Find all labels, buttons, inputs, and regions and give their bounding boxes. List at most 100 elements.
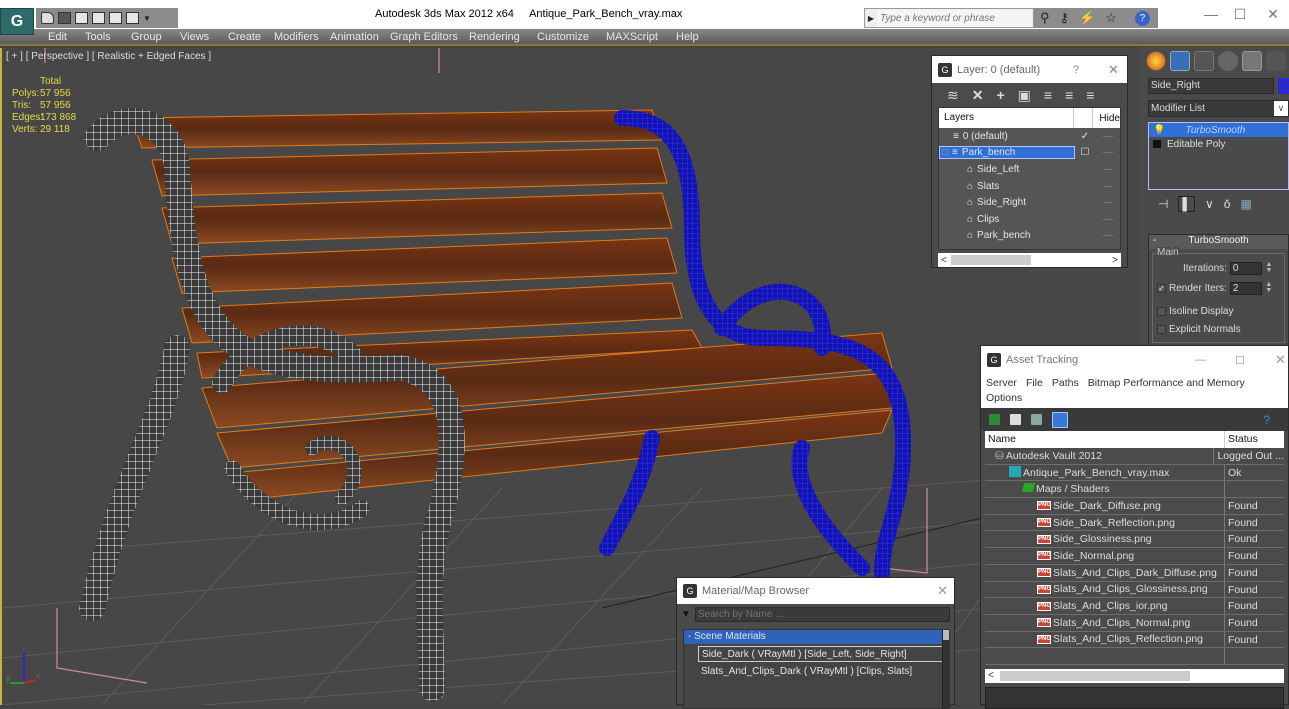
asset-row[interactable]: Antique_Park_Bench_vray.max Ok: [985, 464, 1284, 482]
layer-row[interactable]: ≡ 0 (default) ✓ —: [939, 128, 1120, 145]
menu-server[interactable]: Server: [986, 377, 1017, 389]
iterations-spinner[interactable]: 0: [1229, 262, 1262, 275]
app-menu-button[interactable]: G: [0, 8, 34, 35]
menu-bitmap-performance[interactable]: Bitmap Performance and Memory: [1088, 377, 1245, 389]
menu-group[interactable]: Group: [131, 31, 162, 43]
layer-row[interactable]: ⌂ Slats —: [939, 178, 1120, 195]
menu-views[interactable]: Views: [180, 31, 209, 43]
star-icon[interactable]: ☆: [1105, 10, 1117, 26]
render-iters-spinner[interactable]: 2: [1229, 282, 1262, 295]
add-to-layer-icon[interactable]: +: [996, 87, 1004, 103]
key-icon[interactable]: ⚷: [1060, 10, 1070, 26]
menu-modifiers[interactable]: Modifiers: [274, 31, 319, 43]
freeze-all-icon[interactable]: ≡: [1086, 87, 1094, 103]
stack-item-editable-poly[interactable]: Editable Poly: [1149, 137, 1288, 151]
maximize-button[interactable]: ☐: [1225, 5, 1255, 25]
close-button[interactable]: ✕: [1108, 62, 1119, 78]
hide-toggle[interactable]: —: [1095, 230, 1113, 241]
object-name-field[interactable]: Side_Right: [1148, 78, 1274, 94]
column-name[interactable]: Name: [985, 431, 1225, 448]
asset-tracking-titlebar[interactable]: G Asset Tracking — ☐ ✕: [981, 346, 1288, 374]
minimize-button[interactable]: —: [1195, 354, 1206, 366]
current-layer-check[interactable]: ☐: [1075, 147, 1095, 158]
close-button[interactable]: ✕: [1275, 352, 1286, 368]
asset-row[interactable]: PNG Side_Dark_Diffuse.png Found: [985, 498, 1284, 515]
layer-row[interactable]: ⌂ Park_bench —: [939, 228, 1120, 245]
scroll-thumb[interactable]: [943, 630, 949, 640]
asset-row[interactable]: PNG Side_Dark_Reflection.png Found: [985, 514, 1284, 532]
show-end-result-icon[interactable]: ▌: [1178, 196, 1195, 212]
select-objects-icon[interactable]: ▣: [1018, 87, 1031, 104]
delete-layer-icon[interactable]: ✕: [972, 87, 984, 104]
material-item[interactable]: Side_Dark ( VRayMtl ) [Side_Left, Side_R…: [698, 646, 948, 662]
viewport-label[interactable]: [ + ] [ Perspective ] [ Realistic + Edge…: [6, 51, 211, 62]
hide-all-icon[interactable]: ≡: [1065, 87, 1073, 103]
spinner-arrows-icon[interactable]: ▲ ▼: [1265, 281, 1273, 295]
motion-tab-icon[interactable]: [1218, 51, 1238, 71]
modify-tab-icon[interactable]: [1170, 51, 1190, 71]
menu-rendering[interactable]: Rendering: [469, 31, 520, 43]
expand-arrow-icon[interactable]: ▶: [865, 14, 877, 23]
table-view-icon[interactable]: [1052, 411, 1068, 428]
new-scene-icon[interactable]: [75, 12, 88, 24]
satellite-icon[interactable]: ⚡: [1079, 10, 1095, 26]
open-icon[interactable]: [41, 12, 54, 24]
collapse-icon[interactable]: -: [1153, 235, 1156, 246]
render-iters-checkbox[interactable]: ✓: [1157, 284, 1166, 293]
menu-edit[interactable]: Edit: [48, 31, 67, 43]
asset-row[interactable]: PNG Slats_And_Clips_Glossiness.png Found: [985, 581, 1284, 599]
hide-toggle[interactable]: —: [1095, 164, 1113, 175]
minimize-button[interactable]: —: [1196, 5, 1226, 25]
scroll-left-icon[interactable]: <: [988, 670, 994, 681]
scroll-left-icon[interactable]: <: [941, 255, 947, 266]
menu-file[interactable]: File: [1026, 377, 1043, 389]
menu-paths[interactable]: Paths: [1052, 377, 1079, 389]
redo-icon[interactable]: [126, 12, 139, 24]
scroll-thumb[interactable]: [999, 670, 1190, 681]
spinner-arrows-icon[interactable]: ▲ ▼: [1265, 261, 1273, 275]
scroll-right-icon[interactable]: >: [1112, 255, 1118, 266]
thumbnail-view-icon[interactable]: [1031, 414, 1042, 425]
asset-row[interactable]: PNG Slats_And_Clips_Reflection.png Found: [985, 631, 1284, 649]
layer-row[interactable]: ⌂ Side_Left —: [939, 161, 1120, 178]
asset-row[interactable]: PNG Side_Normal.png Found: [985, 548, 1284, 565]
asset-row[interactable]: PNG Slats_And_Clips_Normal.png Found: [985, 614, 1284, 632]
lightbulb-icon[interactable]: 💡: [1153, 125, 1165, 136]
asset-row[interactable]: PNG Side_Glossiness.png Found: [985, 531, 1284, 549]
binoculars-icon[interactable]: ⚲: [1040, 10, 1050, 26]
create-tab-icon[interactable]: [1146, 51, 1166, 71]
scene-materials-group[interactable]: - Scene Materials: [684, 630, 949, 644]
highlight-layer-icon[interactable]: ≡: [1044, 87, 1052, 103]
menu-options[interactable]: Options: [986, 392, 1022, 404]
column-status[interactable]: Status: [1225, 431, 1258, 448]
layer-row[interactable]: ⌂ Clips —: [939, 211, 1120, 228]
close-button[interactable]: ✕: [937, 583, 948, 599]
asset-row[interactable]: PNG Slats_And_Clips_ior.png Found: [985, 598, 1284, 615]
object-color-swatch[interactable]: [1278, 78, 1289, 94]
asset-row[interactable]: Maps / Shaders: [985, 481, 1284, 499]
layer-dialog-titlebar[interactable]: G Layer: 0 (default) ? ✕: [932, 56, 1127, 83]
maximize-button[interactable]: ☐: [1235, 354, 1245, 367]
make-unique-icon[interactable]: ∨: [1205, 197, 1214, 211]
column-layers[interactable]: Layers: [939, 108, 1074, 128]
save-icon[interactable]: [58, 12, 71, 24]
explicit-normals-checkbox[interactable]: [1157, 325, 1166, 334]
scroll-thumb[interactable]: [950, 255, 1031, 265]
chevron-down-icon[interactable]: ∨: [1274, 101, 1288, 116]
layer-row[interactable]: ⌂ Side_Right —: [939, 194, 1120, 211]
help-button[interactable]: ?: [1073, 64, 1079, 76]
display-tab-icon[interactable]: [1242, 51, 1262, 71]
customize-dropdown-icon[interactable]: ▼: [143, 14, 151, 23]
menu-tools[interactable]: Tools: [85, 31, 111, 43]
hide-toggle[interactable]: —: [1095, 197, 1113, 208]
hide-toggle[interactable]: —: [1095, 214, 1113, 225]
menu-create[interactable]: Create: [228, 31, 261, 43]
undo-icon[interactable]: [109, 12, 122, 24]
vertical-scrollbar[interactable]: [942, 630, 949, 708]
menu-maxscript[interactable]: MAXScript: [606, 31, 658, 43]
close-button[interactable]: ✕: [1258, 5, 1288, 25]
current-layer-check[interactable]: ✓: [1075, 131, 1095, 142]
project-folder-icon[interactable]: [92, 12, 105, 24]
hide-toggle[interactable]: —: [1095, 147, 1113, 158]
stack-item-turbosmooth[interactable]: 💡 TurboSmooth: [1149, 123, 1288, 137]
